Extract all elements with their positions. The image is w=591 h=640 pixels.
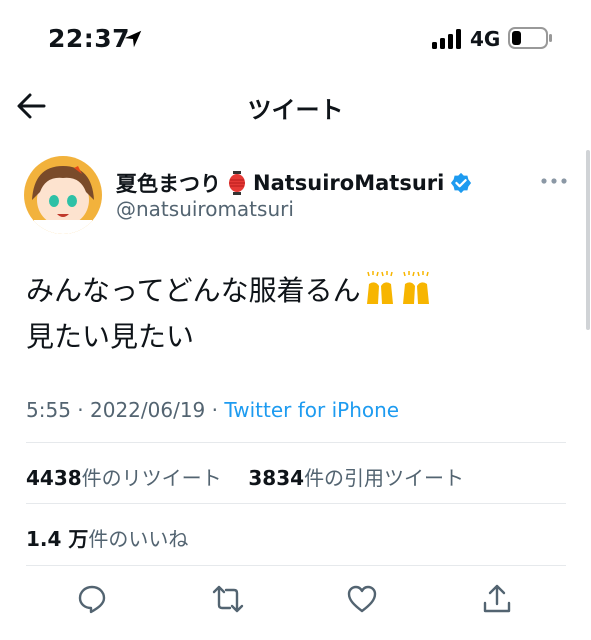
status-time: 22:37 xyxy=(48,24,131,53)
like-icon[interactable] xyxy=(346,583,378,615)
avatar[interactable] xyxy=(24,156,102,234)
likes-stat[interactable]: 1.4 万件のいいね xyxy=(26,523,188,552)
quotes-stat[interactable]: 3834件の引用ツイート xyxy=(248,466,464,490)
tweet-date: 2022/06/19 xyxy=(90,398,206,422)
location-arrow-icon xyxy=(124,30,142,48)
lantern-emoji xyxy=(229,171,245,195)
tweet-line-1: みんなってどんな服着るん xyxy=(26,268,433,314)
tweet-text: みんなってどんな服着るん 見たい見たい xyxy=(26,268,433,360)
signal-icon xyxy=(432,29,461,49)
reply-icon[interactable] xyxy=(76,583,108,615)
divider xyxy=(26,565,566,566)
raised-hands-emoji xyxy=(402,271,429,304)
more-icon[interactable] xyxy=(540,176,568,186)
verified-badge-icon xyxy=(451,172,472,194)
user-name-row[interactable]: 夏色まつり NatsuiroMatsuri xyxy=(116,168,472,198)
share-icon[interactable] xyxy=(481,583,513,615)
retweets-stat[interactable]: 4438件のリツイート xyxy=(26,466,222,490)
page-title: ツイート xyxy=(247,96,344,124)
display-name-en: NatsuiroMatsuri xyxy=(253,171,445,195)
raised-hands-emoji xyxy=(366,271,393,304)
display-name-jp: 夏色まつり xyxy=(116,172,221,196)
divider xyxy=(26,442,566,443)
battery-icon xyxy=(508,27,552,49)
user-handle[interactable]: @natsuiromatsuri xyxy=(116,197,294,221)
tweet-meta: 5:55 · 2022/06/19 · Twitter for iPhone xyxy=(26,398,400,422)
scrollbar[interactable] xyxy=(586,150,590,330)
tweet-time: 5:55 xyxy=(26,398,71,422)
network-type: 4G xyxy=(470,27,501,51)
retweet-icon[interactable] xyxy=(212,583,244,615)
divider xyxy=(26,503,566,504)
tweet-stats: 4438件のリツイート 3834件の引用ツイート xyxy=(26,462,464,491)
tweet-source-link[interactable]: Twitter for iPhone xyxy=(224,398,399,422)
tweet-line-2: 見たい見たい xyxy=(26,320,195,353)
